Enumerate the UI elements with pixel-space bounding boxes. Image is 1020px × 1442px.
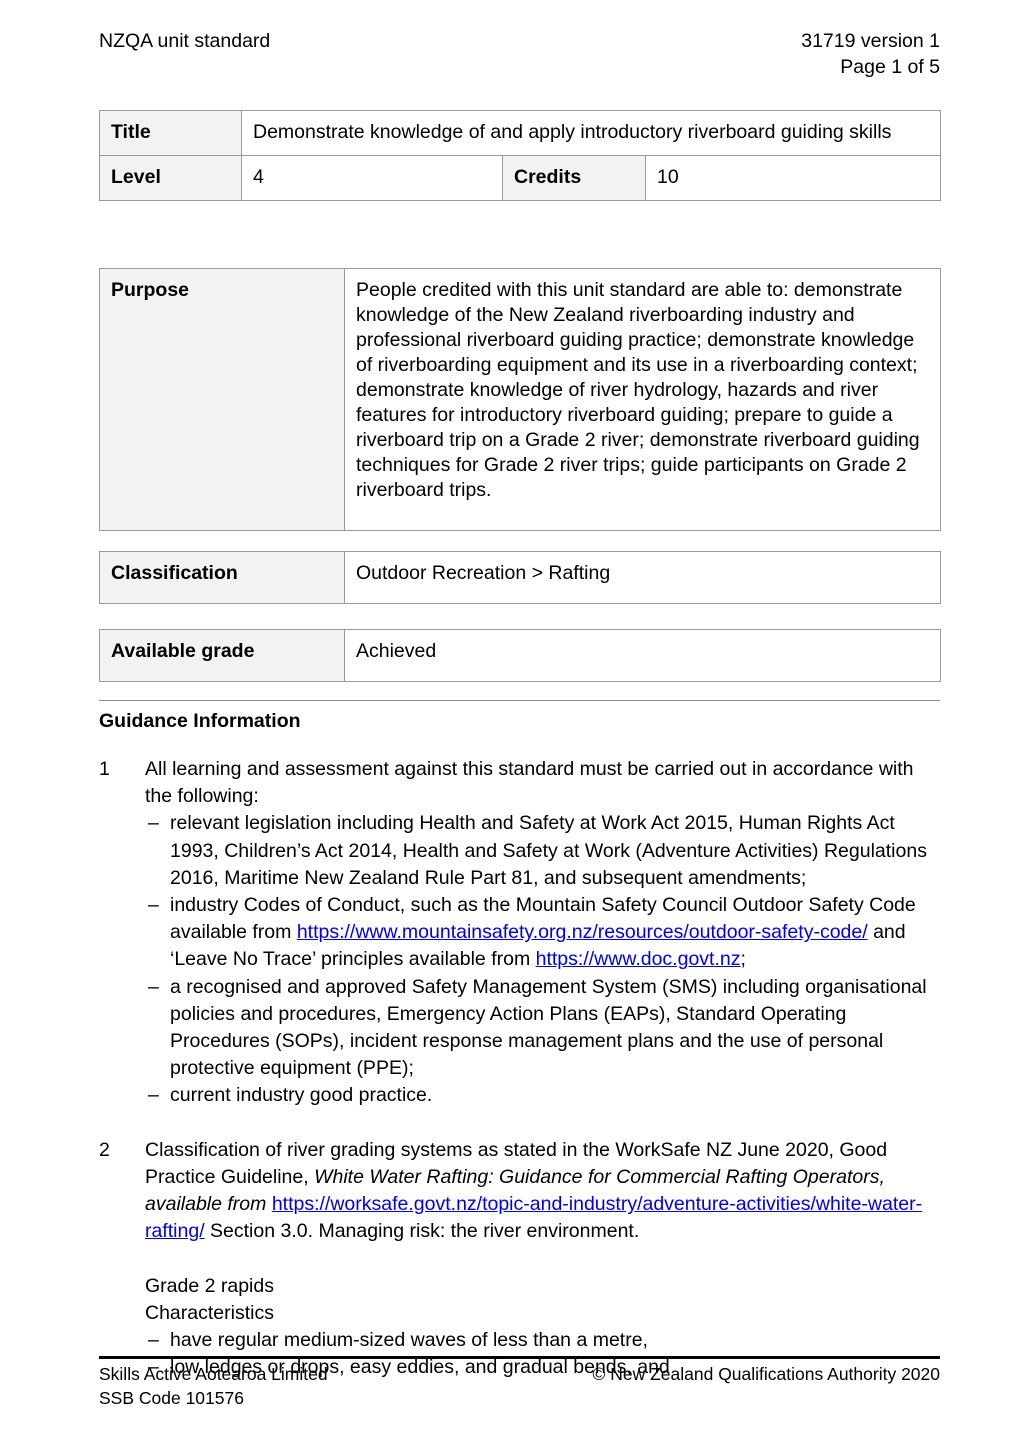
- dash-bullet-icon: –: [148, 894, 159, 917]
- classification-table: Classification Outdoor Recreation > Raft…: [99, 551, 941, 604]
- header-standard-version: 31719 version 1: [801, 30, 940, 52]
- list-item: – have regular medium-sized waves of les…: [145, 1327, 940, 1354]
- table-row-classification: Classification Outdoor Recreation > Raft…: [99, 551, 941, 604]
- dash-bullet-icon: –: [148, 1084, 159, 1107]
- guidance-item-1-number: 1: [99, 758, 110, 780]
- dash-bullet-icon: –: [148, 1329, 159, 1352]
- footer-copyright: © New Zealand Qualifications Authority 2…: [592, 1364, 940, 1384]
- guidance-information-heading: Guidance Information: [99, 710, 301, 732]
- bullet-text-codes-of-conduct: industry Codes of Conduct, such as the M…: [170, 892, 940, 974]
- bullet-text-sms: a recognised and approved Safety Managem…: [170, 975, 927, 1080]
- list-item: – industry Codes of Conduct, such as the…: [145, 892, 940, 974]
- title-value: Demonstrate knowledge of and apply intro…: [240, 110, 942, 156]
- guidance-item-1: 1 All learning and assessment against th…: [99, 756, 940, 1110]
- footer-divider: [99, 1356, 940, 1359]
- credits-value: 10: [644, 155, 942, 201]
- level-value: 4: [241, 155, 503, 201]
- document-header: NZQA unit standard 31719 version 1 Page …: [99, 28, 940, 80]
- dash-bullet-icon: –: [148, 812, 159, 835]
- bullet-text-good-practice: current industry good practice.: [170, 1084, 433, 1107]
- guidance-item-2-paragraph: Classification of river grading systems …: [145, 1137, 940, 1246]
- table-row-available-grade: Available grade Achieved: [99, 629, 941, 682]
- credits-label: Credits: [502, 155, 646, 201]
- title-label: Title: [99, 110, 242, 156]
- purpose-label: Purpose: [99, 268, 345, 531]
- table-row-purpose: Purpose People credited with this unit s…: [99, 268, 941, 531]
- classification-label: Classification: [99, 551, 345, 604]
- list-item: – current industry good practice.: [145, 1082, 940, 1109]
- guidance-body: 1 All learning and assessment against th…: [99, 756, 940, 1382]
- characteristics-heading: Characteristics: [145, 1302, 274, 1325]
- link-mountainsafety[interactable]: https://www.mountainsafety.org.nz/resour…: [297, 921, 868, 943]
- guidance-item-1-bullets: – relevant legislation including Health …: [145, 810, 940, 1109]
- available-grade-label: Available grade: [99, 629, 345, 682]
- table-row-level-credits: Level 4 Credits 10: [99, 155, 942, 201]
- guidance-item-1-lead: All learning and assessment against this…: [145, 758, 914, 808]
- table-row-title: Title Demonstrate knowledge of and apply…: [99, 110, 942, 156]
- link-doc-govt-nz[interactable]: https://www.doc.govt.nz: [536, 948, 741, 970]
- available-grade-value: Achieved: [344, 629, 941, 682]
- section-divider: [99, 700, 940, 701]
- header-right-block: 31719 version 1 Page 1 of 5: [801, 28, 940, 80]
- title-table: Title Demonstrate knowledge of and apply…: [99, 110, 942, 201]
- footer-left-text: Skills Active Aotearoa Limited SSB Code …: [99, 1364, 328, 1408]
- bullet-text-part: ;: [740, 948, 746, 971]
- guidance-item-2-number: 2: [99, 1138, 110, 1161]
- grade-2-rapids-heading: Grade 2 rapids: [145, 1274, 274, 1297]
- dash-bullet-icon: –: [148, 975, 159, 998]
- list-item: – relevant legislation including Health …: [145, 810, 940, 892]
- header-left-text: NZQA unit standard: [99, 30, 271, 52]
- purpose-table: Purpose People credited with this unit s…: [99, 268, 941, 531]
- purpose-value: People credited with this unit standard …: [344, 268, 941, 531]
- paragraph-part: Section 3.0. Managing risk: the river en…: [204, 1220, 640, 1243]
- available-grade-table: Available grade Achieved: [99, 629, 941, 682]
- bullet-text-waves: have regular medium-sized waves of less …: [170, 1329, 648, 1352]
- document-footer: Skills Active Aotearoa Limited SSB Code …: [99, 1362, 940, 1410]
- list-item: – a recognised and approved Safety Manag…: [145, 974, 940, 1083]
- guidance-item-2: 2 Classification of river grading system…: [99, 1137, 940, 1382]
- bullet-text-legislation: relevant legislation including Health an…: [170, 812, 927, 889]
- header-page-number: Page 1 of 5: [840, 56, 940, 78]
- document-page: NZQA unit standard 31719 version 1 Page …: [0, 0, 1020, 1442]
- level-label: Level: [99, 155, 242, 201]
- classification-value: Outdoor Recreation > Rafting: [344, 551, 941, 604]
